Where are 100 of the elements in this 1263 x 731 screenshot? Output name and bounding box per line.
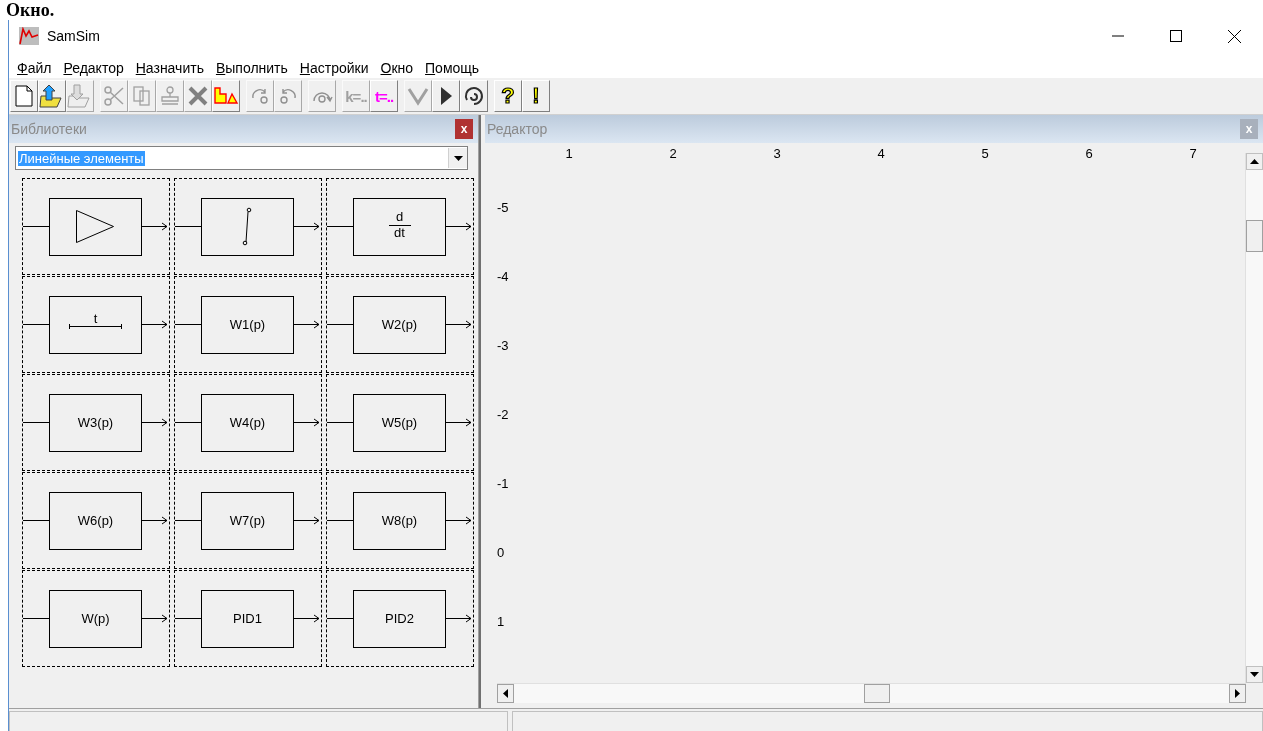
library-element[interactable]: W1(p) (174, 276, 322, 373)
library-element[interactable]: W5(p) (326, 374, 474, 471)
menu-item[interactable]: Помощь (419, 60, 486, 78)
library-element[interactable]: t (22, 276, 170, 373)
row-label: 1 (497, 613, 506, 631)
output-arrow-icon (293, 320, 320, 329)
close-button[interactable]: x (455, 119, 473, 139)
copy-icon (132, 85, 152, 107)
row-label: 0 (497, 544, 506, 562)
toolbar-button[interactable] (432, 80, 460, 112)
column-label: 3 (772, 145, 782, 161)
input-line (23, 324, 50, 325)
library-element[interactable]: W6(p) (22, 472, 170, 569)
integral-icon (242, 207, 252, 246)
input-line (23, 520, 50, 521)
output-arrow-icon (141, 222, 168, 231)
scrollbar-thumb[interactable] (1246, 220, 1263, 252)
output-arrow-icon (445, 614, 472, 623)
output-arrow-icon (141, 320, 168, 329)
library-element[interactable] (22, 178, 170, 275)
maximize-icon (1170, 30, 1182, 42)
scrollbar-thumb[interactable] (864, 684, 890, 703)
window-title: SamSim (47, 28, 100, 44)
library-element[interactable]: W4(p) (174, 374, 322, 471)
block-label: PID1 (233, 611, 262, 626)
menu-item[interactable]: Окно (374, 60, 420, 78)
output-arrow-icon (293, 418, 320, 427)
delete-icon (187, 85, 209, 107)
rotate-left-icon (278, 86, 298, 106)
input-line (327, 422, 354, 423)
library-element[interactable]: PID1 (174, 570, 322, 667)
document-icon (15, 85, 33, 107)
block-label: W7(p) (229, 513, 266, 528)
vertical-scrollbar[interactable] (1245, 153, 1263, 683)
library-element[interactable]: PID2 (326, 570, 474, 667)
library-element[interactable]: W7(p) (174, 472, 322, 569)
toolbar-button[interactable] (460, 80, 488, 112)
toolbar-button[interactable] (38, 80, 66, 112)
library-element[interactable]: W(p) (22, 570, 170, 667)
library-element[interactable]: d dt (326, 178, 474, 275)
input-line (23, 226, 50, 227)
input-line (175, 520, 202, 521)
rotate-right-icon (250, 86, 270, 106)
minimize-icon (1112, 35, 1124, 37)
scroll-left-icon (497, 684, 514, 703)
toolbar-button[interactable]: ? (494, 80, 522, 112)
row-label: -2 (497, 406, 510, 424)
output-arrow-icon (141, 614, 168, 623)
menu-item[interactable]: Редактор (57, 60, 130, 78)
output-arrow-icon (445, 320, 472, 329)
output-arrow-icon (293, 614, 320, 623)
output-arrow-icon (293, 516, 320, 525)
column-label: 2 (668, 145, 678, 161)
menu-item[interactable]: Файл (11, 60, 58, 78)
column-label: 6 (1084, 145, 1094, 161)
menu-item[interactable]: Выполнить (209, 60, 294, 78)
spiral-icon (463, 85, 485, 107)
input-line (327, 324, 354, 325)
library-element[interactable]: W2(p) (326, 276, 474, 373)
document-heading: Окно. (5, 0, 56, 20)
save-folder-icon (67, 84, 93, 108)
close-icon (1227, 29, 1241, 43)
input-line (23, 422, 50, 423)
column-label: 7 (1188, 145, 1198, 161)
panel-title: Редактор (487, 121, 548, 137)
scroll-right-icon (1229, 684, 1246, 703)
output-arrow-icon (141, 418, 168, 427)
block-label: W8(p) (381, 513, 418, 528)
stamp-icon (159, 85, 181, 107)
block-label: W3(p) (77, 415, 114, 430)
input-line (175, 324, 202, 325)
block-label: W5(p) (381, 415, 418, 430)
input-line (327, 618, 354, 619)
check-mark-icon (407, 86, 429, 106)
block-label: W4(p) (229, 415, 266, 430)
column-label: 4 (876, 145, 886, 161)
library-element[interactable]: W3(p) (22, 374, 170, 471)
block-label: dt (394, 225, 405, 240)
app-icon (19, 27, 39, 45)
shapes-icon (213, 86, 239, 106)
library-element[interactable]: W8(p) (326, 472, 474, 569)
horizontal-scrollbar[interactable] (497, 683, 1246, 703)
input-line (175, 422, 202, 423)
block-label: W6(p) (77, 513, 114, 528)
block-label: W(p) (81, 611, 110, 626)
block-label: PID2 (385, 611, 414, 626)
row-label: -3 (497, 337, 510, 355)
output-arrow-icon (445, 418, 472, 427)
input-line (327, 520, 354, 521)
block-label: d (395, 209, 404, 224)
input-line (23, 618, 50, 619)
column-label: 1 (564, 145, 574, 161)
output-arrow-icon (445, 222, 472, 231)
menu-item[interactable]: Настройки (293, 60, 375, 78)
panel-title: Библиотеки (11, 121, 87, 137)
input-line (327, 226, 354, 227)
menu-item[interactable]: Назначить (129, 60, 210, 78)
time-span-icon (68, 323, 123, 330)
output-arrow-icon (141, 516, 168, 525)
library-element[interactable] (174, 178, 322, 275)
